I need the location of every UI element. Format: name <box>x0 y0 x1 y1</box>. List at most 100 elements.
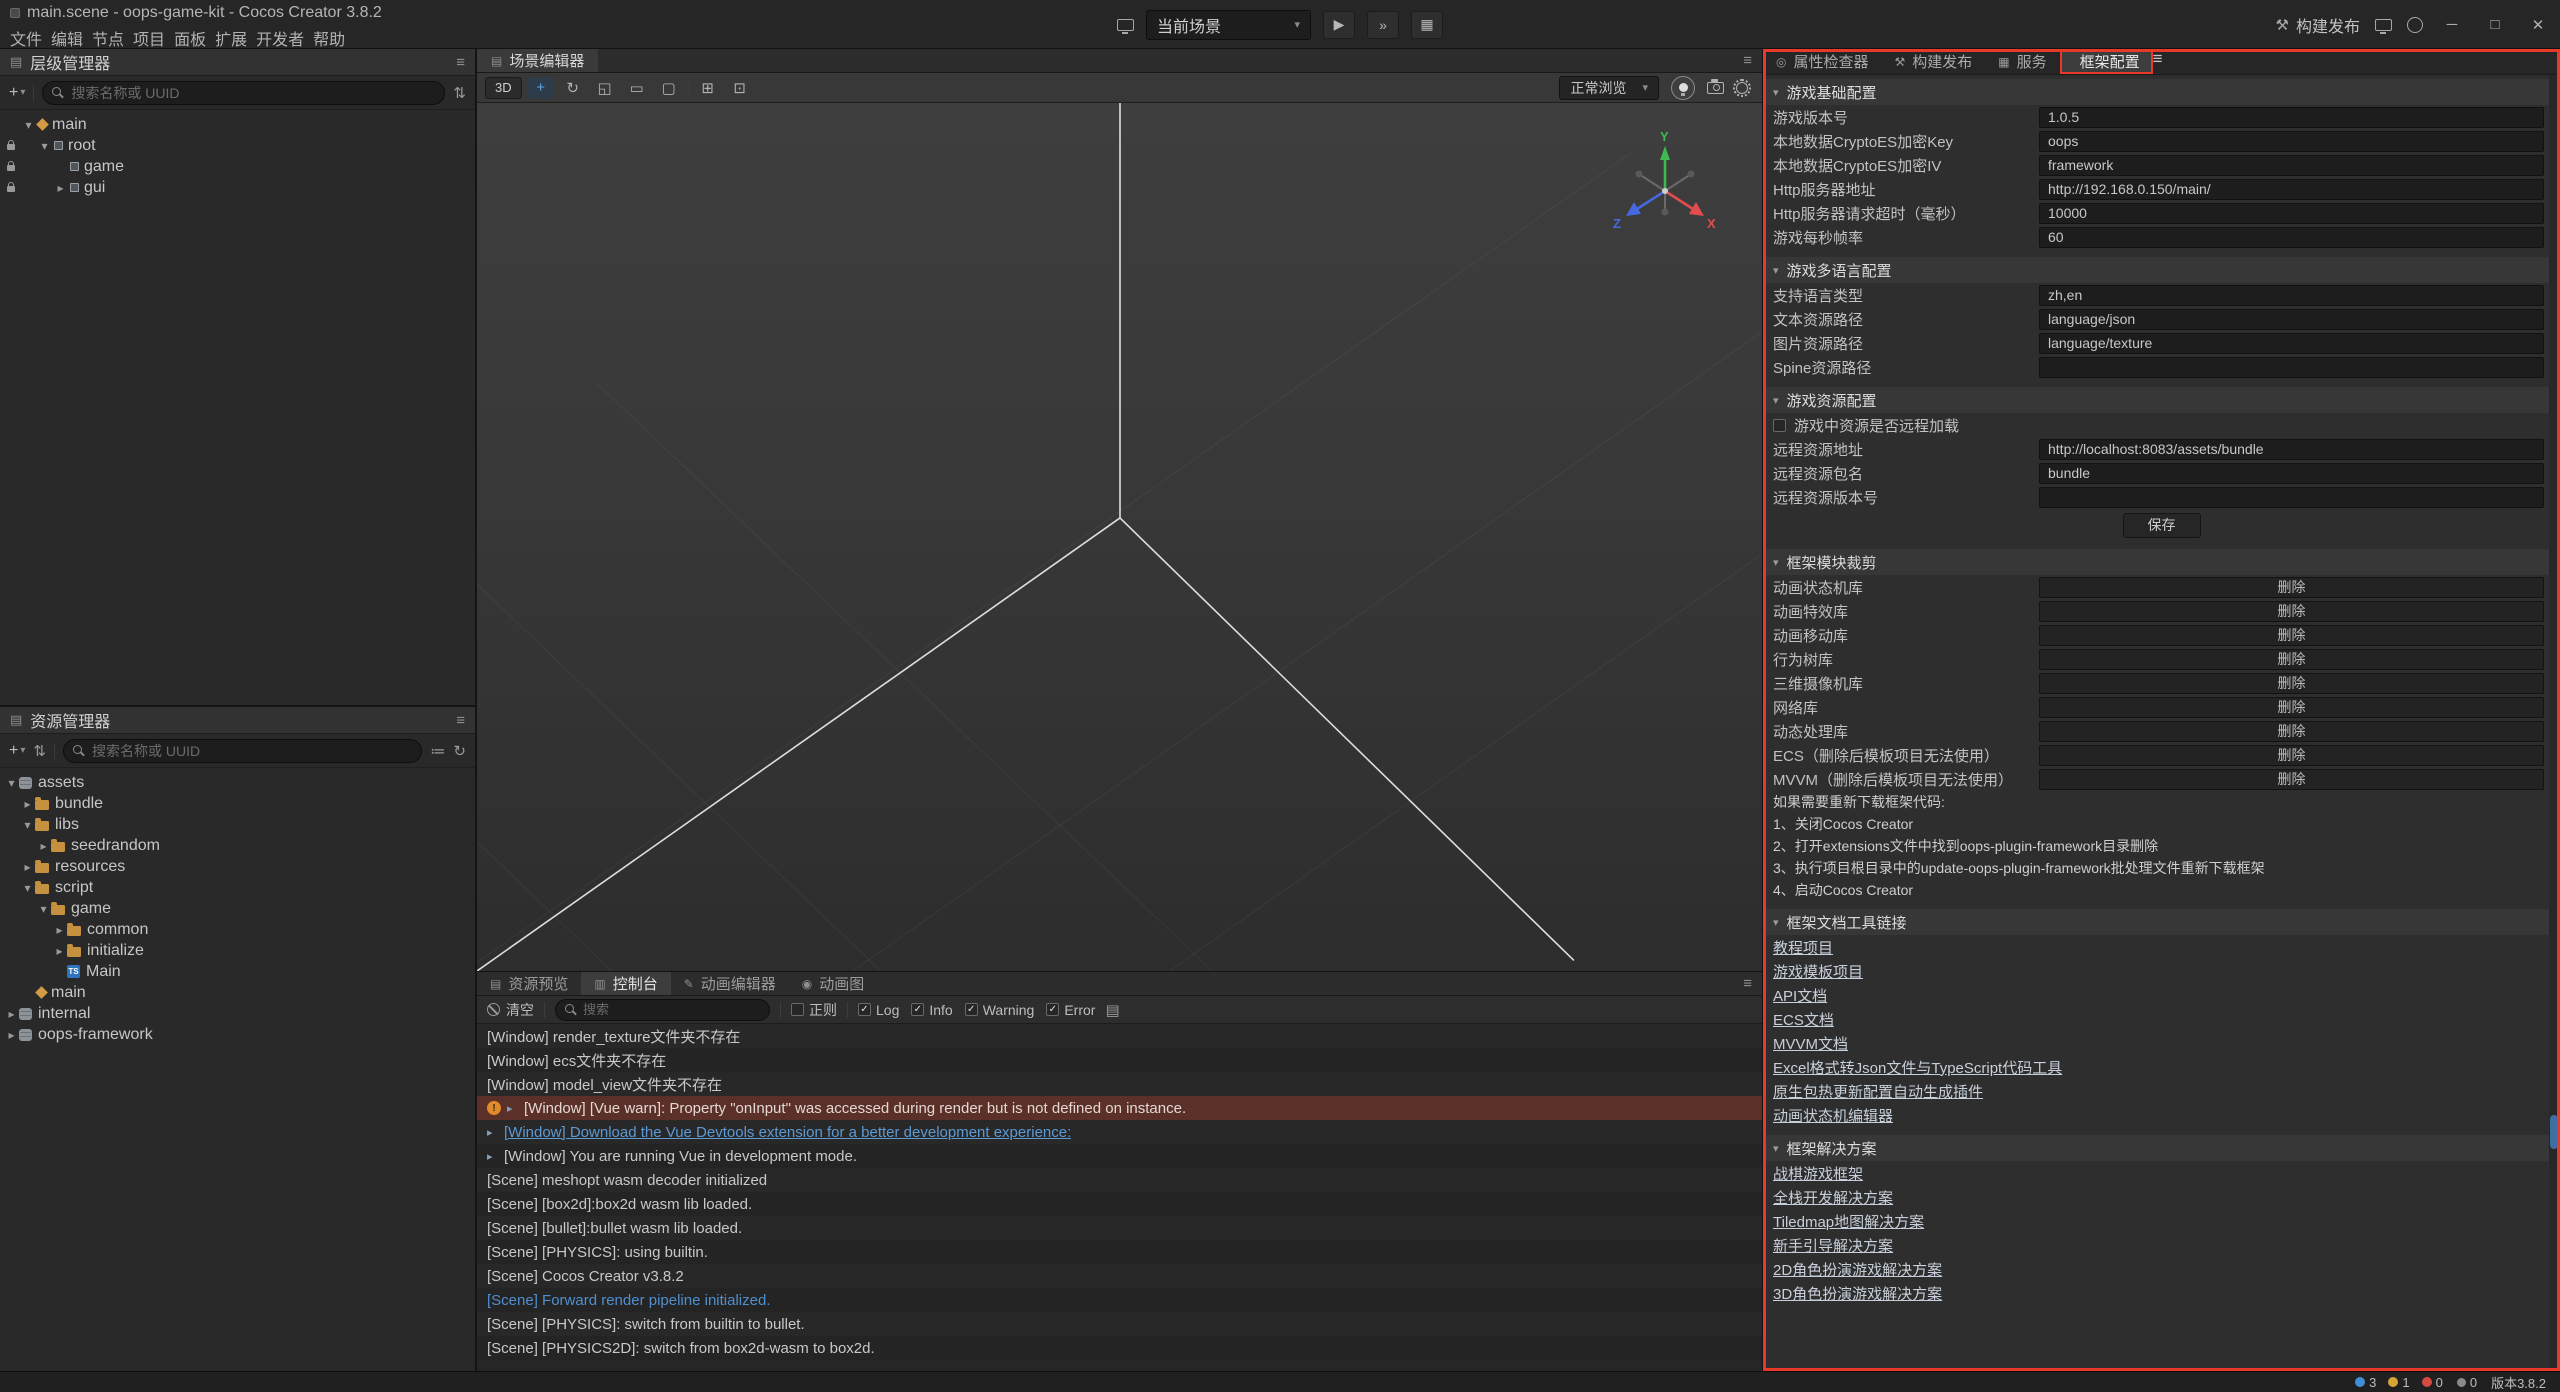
pivot-button[interactable]: ⊡ <box>727 77 753 99</box>
menu-item[interactable]: 帮助 <box>313 24 354 52</box>
view-mode-dropdown[interactable]: 正常浏览 ▾ <box>1559 76 1659 100</box>
clear-console-button[interactable]: 清空 <box>487 1000 534 1020</box>
section-header[interactable]: ▾ 游戏多语言配置 <box>1763 257 2560 283</box>
move-tool-button[interactable]: + <box>528 77 554 99</box>
property-input[interactable] <box>2039 131 2544 152</box>
asset-node-row[interactable]: script <box>0 877 475 898</box>
panel-menu-icon[interactable]: ≡ <box>456 712 465 729</box>
expand-chevron[interactable] <box>36 902 51 916</box>
doc-link[interactable]: ECS文档 <box>1773 1009 1834 1030</box>
expand-chevron[interactable] <box>20 818 35 832</box>
property-input[interactable] <box>2039 107 2544 128</box>
hierarchy-search-input[interactable] <box>71 85 435 101</box>
property-input[interactable] <box>2039 309 2544 330</box>
inspector-tab[interactable]: 服务 <box>1985 49 2059 74</box>
rect-tool-button[interactable]: ▭ <box>624 77 650 99</box>
asset-node-row[interactable]: initialize <box>0 940 475 961</box>
log-filter[interactable]: Error <box>1046 1002 1095 1018</box>
filter-checkbox[interactable] <box>965 1003 978 1016</box>
axis-gizmo[interactable]: Y X Z <box>1610 129 1720 239</box>
menu-item[interactable]: 文件 <box>10 24 51 52</box>
asset-node-row[interactable]: bundle <box>0 793 475 814</box>
console-log-row[interactable]: [Scene] [PHYSICS]: switch from builtin t… <box>477 1312 1762 1336</box>
panel-menu-icon[interactable]: ≡ <box>2153 49 2163 74</box>
hierarchy-node-row[interactable]: gui <box>0 177 475 198</box>
property-input[interactable] <box>2039 357 2544 378</box>
section-header[interactable]: ▾ 游戏基础配置 <box>1763 79 2560 105</box>
build-publish-button[interactable]: ⚒ 构建发布 <box>2276 13 2360 37</box>
panel-menu-icon[interactable]: ≡ <box>456 54 465 71</box>
step-button[interactable]: » <box>1367 11 1399 39</box>
expand-arrow[interactable] <box>487 1126 498 1139</box>
inspector-tab[interactable]: 框架配置 <box>2060 49 2153 74</box>
rotate-tool-button[interactable]: ↻ <box>560 77 586 99</box>
regex-checkbox[interactable] <box>791 1003 804 1016</box>
remote-load-checkbox[interactable] <box>1773 419 1786 432</box>
gear-icon[interactable] <box>1736 82 1748 94</box>
console-log-row[interactable]: [Window] [Vue warn]: Property "onInput" … <box>477 1096 1762 1120</box>
console-log-row[interactable]: [Window] model_view文件夹不存在 <box>477 1072 1762 1096</box>
console-log-row[interactable]: [Scene] Cocos Creator v3.8.2 <box>477 1264 1762 1288</box>
delete-button[interactable]: 删除 <box>2039 769 2544 790</box>
console-search-input[interactable] <box>583 1002 760 1017</box>
doc-link[interactable]: 原生包热更新配置自动生成插件 <box>1773 1081 1983 1102</box>
console-log-row[interactable]: [Scene] [bullet]:bullet wasm lib loaded. <box>477 1216 1762 1240</box>
console-log-row[interactable]: [Scene] Forward render pipeline initiali… <box>477 1288 1762 1312</box>
property-input[interactable] <box>2039 333 2544 354</box>
panel-menu-icon[interactable]: ≡ <box>1743 52 1762 69</box>
hierarchy-node-row[interactable]: root <box>0 135 475 156</box>
asset-node-row[interactable]: resources <box>0 856 475 877</box>
solution-link[interactable]: 战棋游戏框架 <box>1773 1163 1863 1184</box>
solution-link[interactable]: 3D角色扮演游戏解决方案 <box>1773 1283 1942 1304</box>
console-log-row[interactable]: [Scene] meshopt wasm decoder initialized <box>477 1168 1762 1192</box>
scene-editor-tab[interactable]: ▤ 场景编辑器 <box>477 49 598 72</box>
menu-item[interactable]: 编辑 <box>51 24 92 52</box>
expand-chevron[interactable] <box>52 923 67 937</box>
message-count[interactable]: 0 <box>2422 1375 2443 1390</box>
expand-arrow[interactable] <box>507 1102 518 1115</box>
log-filter[interactable]: Info <box>911 1002 952 1018</box>
camera-icon[interactable] <box>1707 82 1724 94</box>
refresh-icon[interactable]: ↻ <box>453 742 466 760</box>
console-log-row[interactable]: [Scene] [PHYSICS2D]: switch from box2d-w… <box>477 1336 1762 1360</box>
minimize-button[interactable]: ─ <box>2438 11 2466 39</box>
expand-chevron[interactable] <box>4 1007 19 1021</box>
solution-link[interactable]: 新手引导解决方案 <box>1773 1235 1893 1256</box>
section-header[interactable]: ▾ 框架模块裁剪 <box>1763 549 2560 575</box>
scrollbar-thumb[interactable] <box>2550 1115 2558 1149</box>
asset-node-row[interactable]: internal <box>0 1003 475 1024</box>
menu-item[interactable]: 节点 <box>92 24 133 52</box>
network-count[interactable]: 0 <box>2457 1375 2477 1390</box>
property-input[interactable] <box>2039 463 2544 484</box>
asset-node-row[interactable]: seedrandom <box>0 835 475 856</box>
expand-chevron[interactable] <box>53 181 68 195</box>
add-asset-button[interactable]: +▾ <box>9 742 25 760</box>
solution-link[interactable]: 全栈开发解决方案 <box>1773 1187 1893 1208</box>
expand-chevron[interactable] <box>20 797 35 811</box>
panel-menu-icon[interactable]: ≡ <box>1743 975 1762 992</box>
asset-node-row[interactable]: game <box>0 898 475 919</box>
close-button[interactable]: ✕ <box>2524 11 2552 39</box>
asset-node-row[interactable]: main <box>0 982 475 1003</box>
assets-search-input[interactable] <box>92 743 412 759</box>
doc-link[interactable]: 动画状态机编辑器 <box>1773 1105 1893 1126</box>
console-log-row[interactable]: [Window] ecs文件夹不存在 <box>477 1048 1762 1072</box>
menu-item[interactable]: 扩展 <box>215 24 256 52</box>
doc-link[interactable]: API文档 <box>1773 985 1827 1006</box>
preview-device-icon[interactable] <box>1117 19 1134 31</box>
regex-toggle[interactable]: 正则 <box>791 1000 837 1020</box>
filter-checkbox[interactable] <box>911 1003 924 1016</box>
light-toggle-button[interactable] <box>1671 76 1695 100</box>
menu-item[interactable]: 面板 <box>174 24 215 52</box>
asset-node-row[interactable]: assets <box>0 772 475 793</box>
layout-grid-button[interactable]: ▦ <box>1411 11 1443 39</box>
delete-button[interactable]: 删除 <box>2039 625 2544 646</box>
console-log-row[interactable]: [Scene] [PHYSICS]: using builtin. <box>477 1240 1762 1264</box>
filter-icon[interactable]: ≔ <box>430 742 445 760</box>
snap-grid-button[interactable]: ⊞ <box>695 77 721 99</box>
filter-checkbox[interactable] <box>1046 1003 1059 1016</box>
menu-item[interactable]: 项目 <box>133 24 174 52</box>
scene-viewport[interactable]: Y X Z <box>477 103 1762 971</box>
hierarchy-node-row[interactable]: main <box>0 114 475 135</box>
expand-chevron[interactable] <box>52 944 67 958</box>
